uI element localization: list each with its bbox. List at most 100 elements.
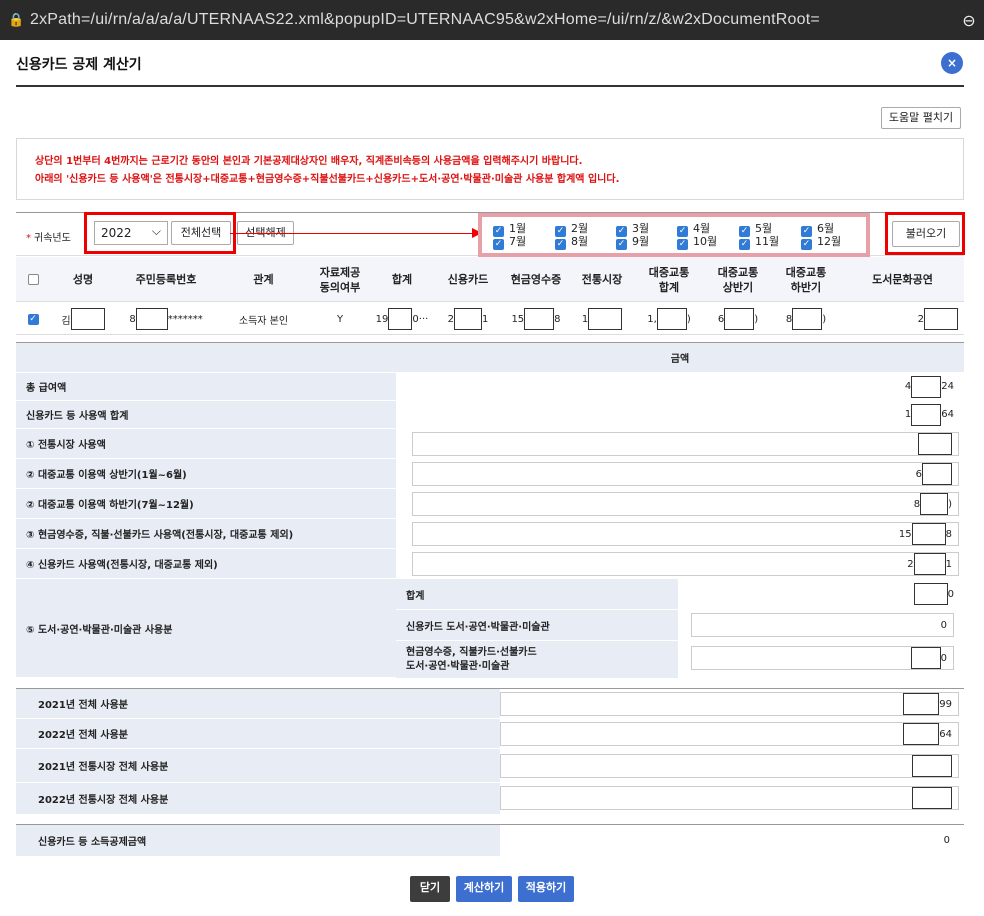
header-select-all-checkbox[interactable] (16, 257, 50, 302)
checkbox-checked-icon: ✓ (801, 239, 812, 250)
help-toggle-button[interactable]: 도움말 펼치기 (881, 107, 961, 129)
month-checkbox-2[interactable]: ✓ 2월 (555, 222, 615, 237)
input-cash-debit[interactable]: 15 8 (412, 522, 959, 546)
masked-value (454, 308, 482, 330)
input-2021-total[interactable]: 99 (500, 692, 959, 716)
month-checkbox-12[interactable]: ✓ 12월 (801, 235, 861, 250)
calc-row-culture: ⑤ 도서·공연·박물관·미술관 사용분 합계 0 신용카드 도서·공연·박물관·… (16, 579, 964, 678)
yearly-row-2022-total: 2022년 전체 사용분 64 (16, 719, 964, 749)
label-total-salary: 총 급여액 (16, 373, 396, 400)
masked-value (524, 308, 555, 330)
label-transit-h1: ② 대중교통 이용액 상반기(1월~6월) (16, 459, 396, 488)
label-culture-cash: 현금영수증, 직불카드·선불카드 도서·공연·박물관·미술관 (396, 641, 678, 678)
checkbox-checked-icon: ✓ (616, 239, 627, 250)
masked-value (135, 308, 168, 330)
close-button[interactable]: 닫기 (410, 876, 450, 902)
month-checkbox-7[interactable]: ✓ 7월 (493, 235, 553, 250)
header-cash: 현금영수증 (510, 273, 562, 286)
month-checkbox-1[interactable]: ✓ 1월 (493, 222, 553, 237)
year-select[interactable]: 2022 ⌵ (94, 221, 168, 245)
cell-culture: 2 (841, 303, 964, 335)
header-credit: 신용카드 (447, 273, 489, 286)
header-transit-total: 대중교통 합계 (648, 265, 690, 294)
input-culture-cash[interactable]: 0 (691, 646, 954, 670)
input-2022-total[interactable]: 64 (500, 722, 959, 746)
input-2021-market[interactable] (500, 754, 959, 778)
masked-value (588, 308, 623, 330)
value-deduction: 0 (500, 825, 964, 856)
close-icon[interactable]: × (941, 52, 963, 74)
header-transit-h2: 대중교통 하반기 (785, 265, 827, 294)
chevron-down-icon: ⌵ (151, 224, 161, 238)
cell-relation: 소득자 본인 (238, 315, 289, 327)
zoom-icon[interactable]: ⊖ (954, 11, 984, 30)
month-checkbox-4[interactable]: ✓ 4월 (677, 222, 737, 237)
checkbox-checked-icon: ✓ (27, 313, 39, 325)
deduction-row: 신용카드 등 소득공제금액 0 (16, 825, 964, 857)
label-culture: ⑤ 도서·공연·박물관·미술관 사용분 (16, 579, 396, 677)
masked-value (656, 308, 687, 330)
label-credit: ④ 신용카드 사용액(전통시장, 대중교통 제외) (16, 549, 396, 578)
year-label: * 귀속년도 (26, 233, 71, 244)
apply-button[interactable]: 적용하기 (518, 876, 574, 902)
masked-value (792, 308, 823, 330)
masked-value (70, 308, 105, 330)
yearly-row-2022-market: 2022년 전통시장 전체 사용분 (16, 783, 964, 815)
url-text[interactable]: 2xPath=/ui/rn/a/a/a/a/UTERNAAS22.xml&pop… (30, 11, 954, 29)
checkbox-checked-icon: ✓ (493, 239, 504, 250)
month-checkbox-group: ✓ 1월 ✓ 2월 ✓ 3월 ✓ 4월 ✓ 5월 ✓ 6월 ✓ 7월 ✓ 8월 ✓ 9월 ✓ 10월… (487, 221, 863, 250)
input-credit[interactable]: 21 (412, 552, 959, 576)
cell-transit-total: 1,) (633, 303, 705, 335)
popup-title: 신용카드 공제 계산기 (16, 57, 142, 73)
month-checkbox-8[interactable]: ✓ 8월 (555, 235, 615, 250)
month-checkbox-11[interactable]: ✓ 11월 (739, 235, 799, 250)
input-transit-h2[interactable]: 8) (412, 492, 959, 516)
row-checkbox[interactable]: ✓ (16, 303, 50, 335)
month-checkbox-9[interactable]: ✓ 9월 (616, 235, 676, 250)
label-culture-credit: 신용카드 도서·공연·박물관·미술관 (396, 610, 678, 640)
calc-header-row: 금액 (16, 343, 964, 373)
cell-cash: 15 8 (501, 303, 571, 335)
input-2022-market[interactable] (500, 786, 959, 810)
notice-line-2: 아래의 '신용카드 등 사용액'은 전통시장+대중교통+현금영수증+직불선불카드… (35, 174, 620, 185)
header-consent: 자료제공 동의여부 (319, 265, 361, 294)
browser-url-bar[interactable]: 🔒 2xPath=/ui/rn/a/a/a/a/UTERNAAS22.xml&p… (0, 0, 984, 40)
month-checkbox-10[interactable]: ✓ 10월 (677, 235, 737, 250)
header-culture: 도서문화공연 (872, 273, 933, 286)
cell-market: 1 (571, 303, 633, 335)
header-relation: 관계 (253, 273, 274, 286)
load-button[interactable]: 불러오기 (892, 221, 960, 247)
month-checkbox-6[interactable]: ✓ 6월 (801, 222, 861, 237)
notice-box: 상단의 1번부터 4번까지는 근로기간 동안의 본인과 기본공제대상자인 배우자… (16, 138, 964, 200)
notice-line-1: 상단의 1번부터 4번까지는 근로기간 동안의 본인과 기본공제대상자인 배우자… (35, 156, 583, 167)
calc-row-transit-h1: ② 대중교통 이용액 상반기(1월~6월) 6 (16, 459, 964, 489)
input-transit-h1[interactable]: 6 (412, 462, 959, 486)
lock-icon: 🔒 (8, 12, 25, 28)
header-market: 전통시장 (581, 273, 623, 286)
value-culture-sum: 0 (678, 579, 964, 609)
yearly-row-2021-market: 2021년 전통시장 전체 사용분 (16, 749, 964, 783)
label-deduction: 신용카드 등 소득공제금액 (16, 825, 500, 856)
label-transit-h2: ② 대중교통 이용액 하반기(7월~12월) (16, 489, 396, 518)
grid-header: 성명 주민등록번호 관계 자료제공 동의여부 합계 신용카드 현금영수증 전통시… (16, 257, 964, 302)
label-cash-debit: ③ 현금영수증, 직불·선불카드 사용액(전통시장, 대중교통 제외) (16, 519, 396, 548)
cell-transit-h1: 6) (705, 303, 771, 335)
cell-rrn: 8 ******* (116, 303, 216, 335)
month-checkbox-5[interactable]: ✓ 5월 (739, 222, 799, 237)
input-market[interactable] (412, 432, 959, 456)
input-culture-credit[interactable]: 0 (691, 613, 954, 637)
yearly-row-2021-total: 2021년 전체 사용분 99 (16, 689, 964, 719)
checkbox-checked-icon: ✓ (555, 239, 566, 250)
calculate-button[interactable]: 계산하기 (456, 876, 512, 902)
amount-header: 금액 (396, 343, 964, 372)
value-card-sum: 1 64 (396, 401, 964, 428)
calc-row-card-sum: 신용카드 등 사용액 합계 1 64 (16, 401, 964, 429)
required-star-icon: * (26, 233, 31, 244)
cell-credit: 21 (435, 303, 501, 335)
table-row[interactable]: ✓ 김 8 ******* 소득자 본인 Y 19 0··· 21 15 8 1 1,… (16, 303, 964, 335)
label-card-sum: 신용카드 등 사용액 합계 (16, 401, 396, 428)
checkbox-checked-icon: ✓ (677, 239, 688, 250)
select-all-button[interactable]: 전체선택 (171, 221, 231, 245)
month-checkbox-3[interactable]: ✓ 3월 (616, 222, 676, 237)
cell-total: 19 0··· (369, 303, 435, 335)
